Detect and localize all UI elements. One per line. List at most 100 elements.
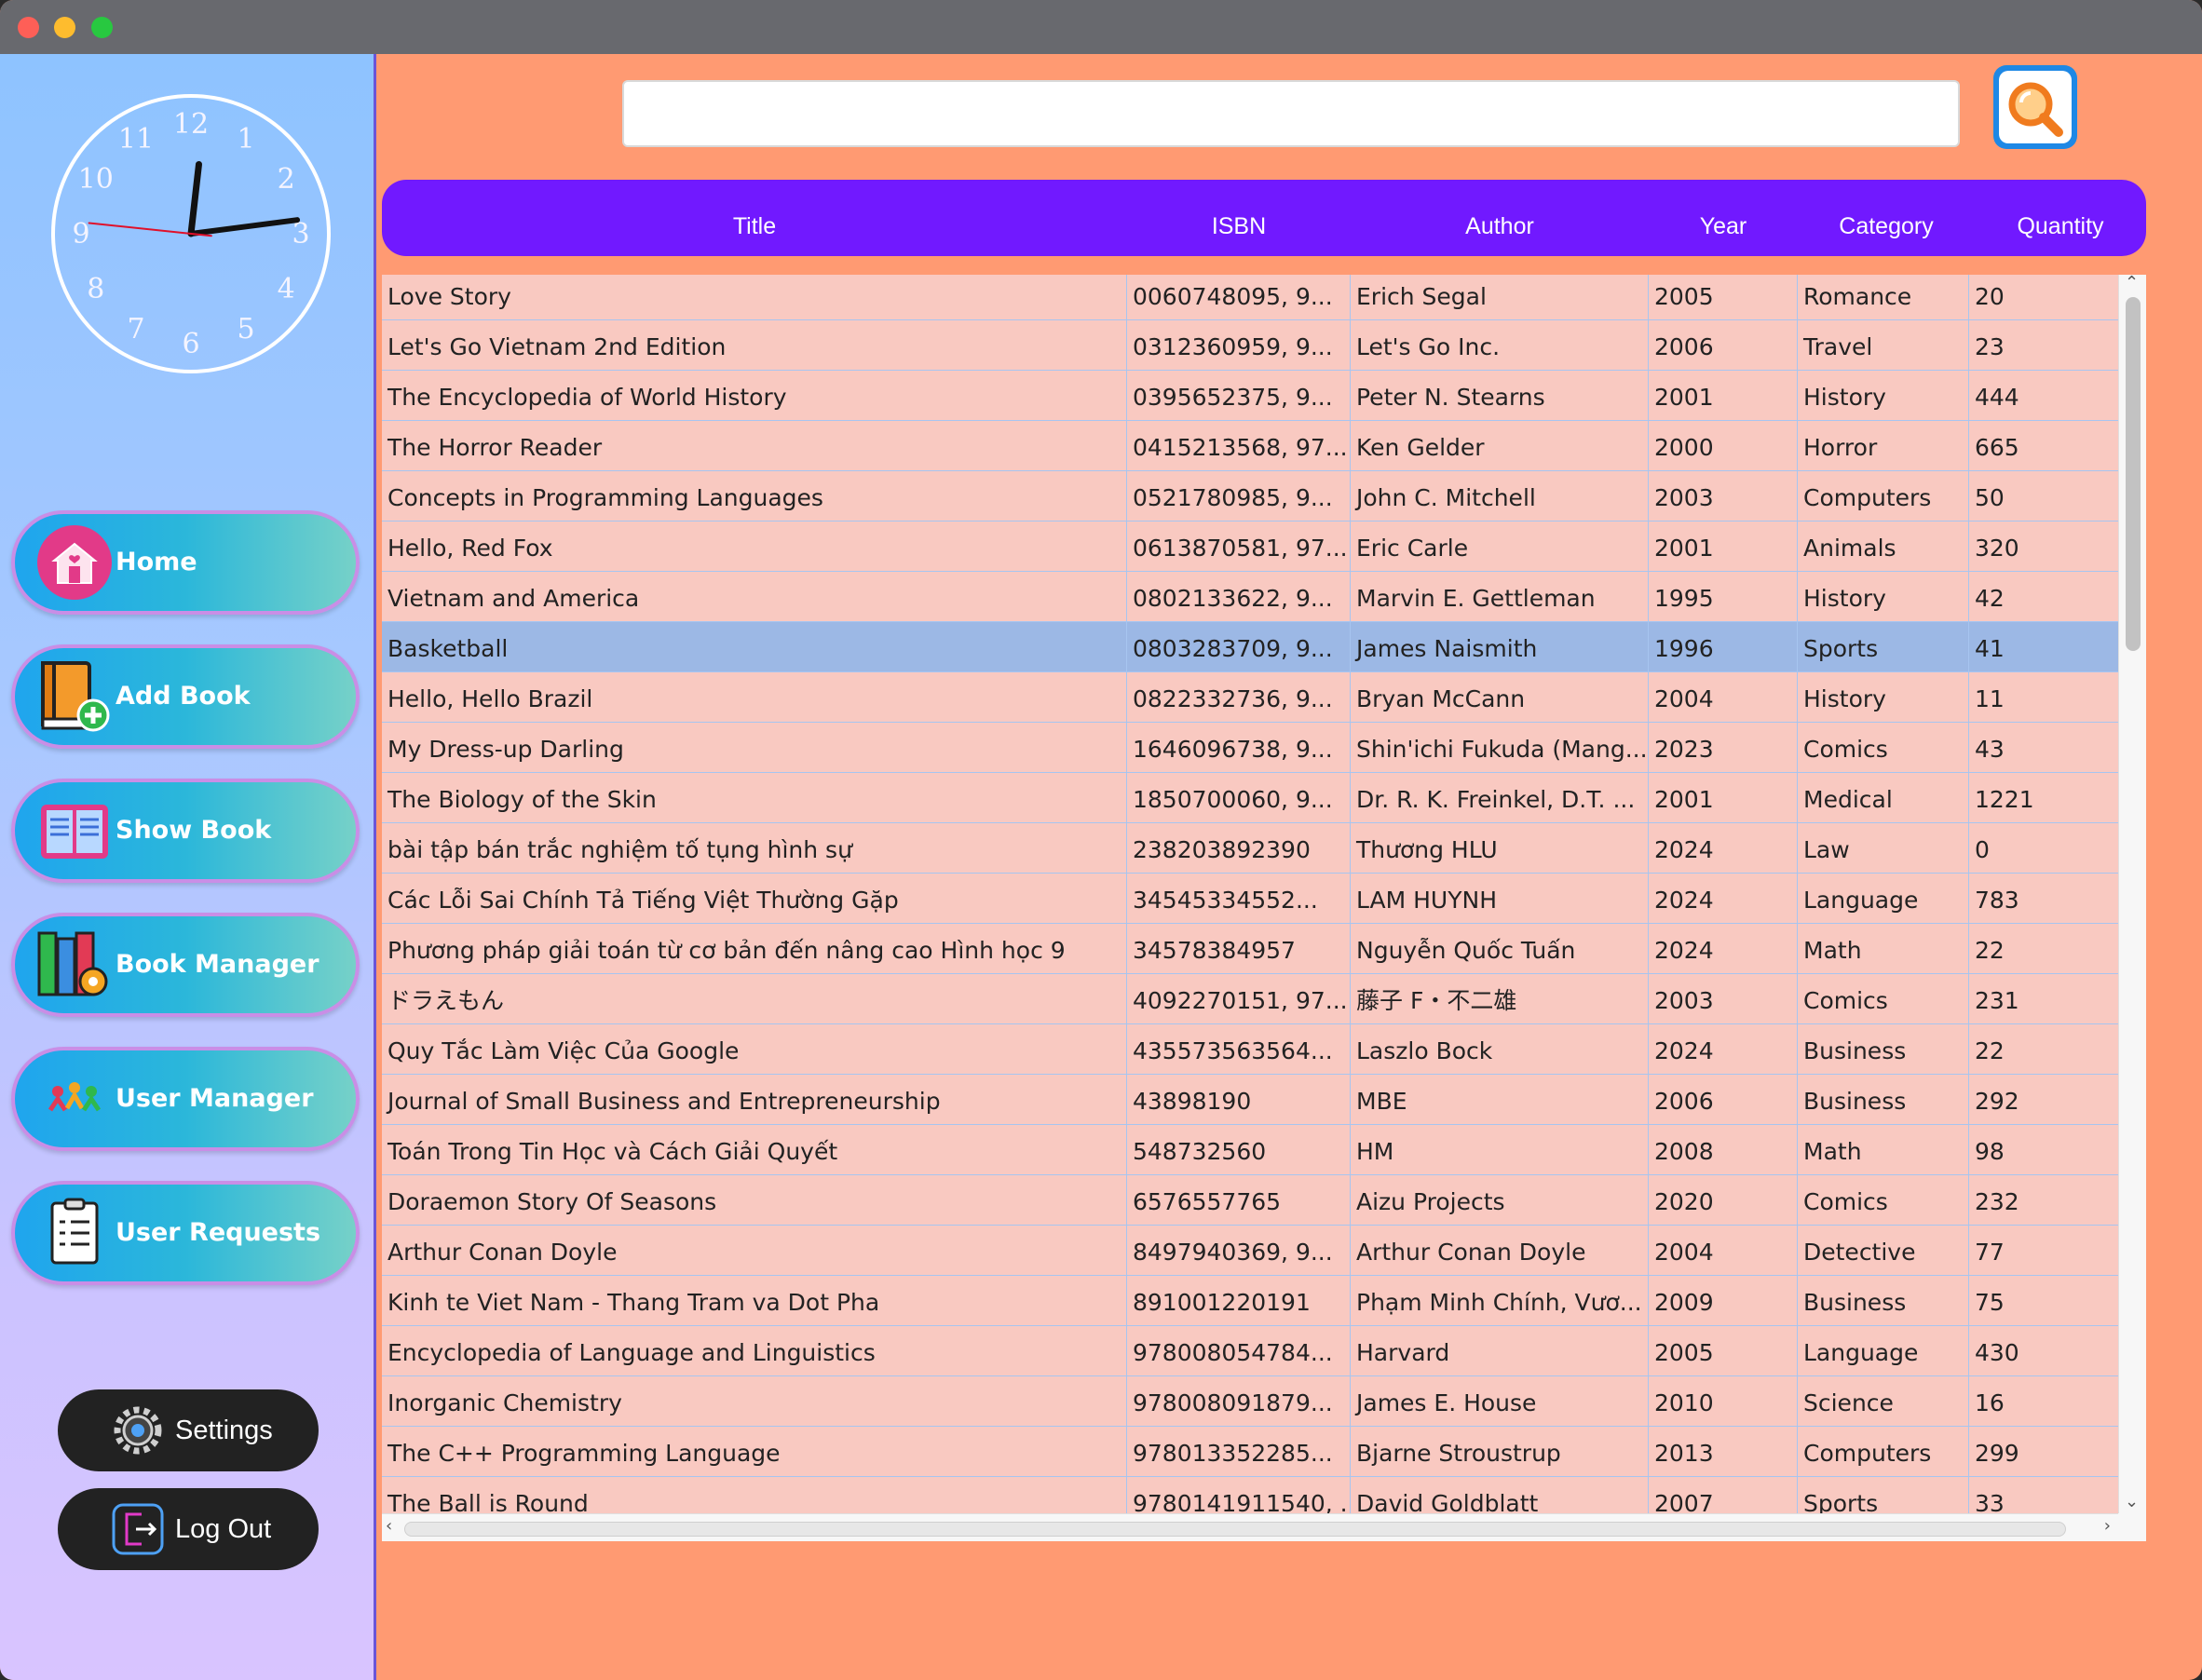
table-row[interactable]: Concepts in Programming Languages 0521780… <box>382 471 2118 522</box>
scroll-right-icon[interactable]: › <box>2104 1516 2111 1536</box>
table-row[interactable]: The Biology of the Skin 1850700060, 9... D… <box>382 773 2118 823</box>
cell-isbn: 8497940369, 9... <box>1127 1226 1351 1276</box>
cell-year: 2010 <box>1649 1376 1798 1427</box>
cell-quantity: 783 <box>1975 887 2019 914</box>
search-button[interactable] <box>1993 65 2077 149</box>
book-manager-icon <box>37 931 108 996</box>
cell-category: Animals <box>1798 522 1969 572</box>
clock-numeral: 10 <box>78 163 114 196</box>
cell-isbn: 0521780985, 9... <box>1127 471 1351 522</box>
cell-title: Phương pháp giải toán từ cơ bản đến nâng… <box>382 924 1127 974</box>
cell-year: 2013 <box>1649 1427 1798 1477</box>
table-row[interactable]: Hello, Red Fox 0613870581, 97... Eric Carl… <box>382 522 2118 572</box>
cell-isbn: 0822332736, 9... <box>1127 672 1351 723</box>
nav-book-manager-button[interactable]: Book Manager <box>11 913 360 1017</box>
cell-year: 2001 <box>1649 371 1798 421</box>
table-row[interactable]: Doraemon Story Of Seasons 6576557765 Aizu … <box>382 1175 2118 1226</box>
clipboard-icon <box>50 1198 99 1265</box>
column-header-year[interactable]: Year <box>1649 180 1798 256</box>
cell-year: 2003 <box>1649 974 1798 1024</box>
column-header-author[interactable]: Author <box>1351 180 1649 256</box>
cell-title: Inorganic Chemistry <box>382 1376 1127 1427</box>
minimize-window-button[interactable] <box>54 17 75 38</box>
table-row[interactable]: Toán Trong Tin Học và Cách Giải Quyết 548… <box>382 1125 2118 1175</box>
cell-category: Horror <box>1798 421 1969 471</box>
cell-quantity: 75 <box>1975 1289 2005 1316</box>
cell-quantity: 33 <box>1975 1490 2005 1513</box>
home-icon <box>37 525 112 600</box>
clock-minute-hand <box>188 217 301 237</box>
cell-author: Erich Segal <box>1351 275 1649 320</box>
close-window-button[interactable] <box>18 17 39 38</box>
column-header-quantity[interactable]: Quantity <box>1975 180 2146 256</box>
search-input[interactable] <box>622 80 1960 147</box>
cell-author: David Goldblatt <box>1351 1477 1649 1513</box>
table-row[interactable]: Hello, Hello Brazil 0822332736, 9... Bryan… <box>382 672 2118 723</box>
cell-quantity: 292 <box>1975 1088 2019 1115</box>
table-row[interactable]: Love Story 0060748095, 9... Erich Segal 200… <box>382 275 2118 320</box>
logout-button[interactable]: Log Out <box>58 1488 319 1570</box>
table-row[interactable]: The C++ Programming Language 978013352285… <box>382 1427 2118 1477</box>
nav-add-book-button[interactable]: Add Book <box>11 644 360 749</box>
cell-author: James E. House <box>1351 1376 1649 1427</box>
nav-user-manager-button[interactable]: User Manager <box>11 1047 360 1151</box>
horizontal-scroll-thumb[interactable] <box>404 1522 2066 1537</box>
nav-show-book-button[interactable]: Show Book <box>11 779 360 883</box>
users-icon <box>48 1082 102 1112</box>
cell-title: Hello, Red Fox <box>382 522 1127 572</box>
table-row[interactable]: Vietnam and America 0802133622, 9... Marvi… <box>382 572 2118 622</box>
scroll-left-icon[interactable]: ‹ <box>386 1516 392 1536</box>
cell-isbn: 0060748095, 9... <box>1127 275 1351 320</box>
cell-isbn: 978008054784... <box>1127 1326 1351 1376</box>
cell-category: Comics <box>1798 723 1969 773</box>
table-row[interactable]: Phương pháp giải toán từ cơ bản đến nâng… <box>382 924 2118 974</box>
cell-author: Arthur Conan Doyle <box>1351 1226 1649 1276</box>
gear-icon <box>114 1406 162 1455</box>
table-row[interactable]: bài tập bán trắc nghiệm tố tụng hình sự 2… <box>382 823 2118 874</box>
vertical-scrollbar[interactable]: ⌃ ⌄ <box>2118 273 2146 1513</box>
cell-isbn: 435573563564... <box>1127 1024 1351 1075</box>
table-row[interactable]: Inorganic Chemistry 978008091879... James … <box>382 1376 2118 1427</box>
table-row[interactable]: My Dress-up Darling 1646096738, 9... Shin'… <box>382 723 2118 773</box>
column-header-category[interactable]: Category <box>1798 180 1975 256</box>
table-row[interactable]: The Encyclopedia of World History 0395652… <box>382 371 2118 421</box>
cell-quantity: 50 <box>1975 484 2005 511</box>
table-row[interactable]: ドラえもん 4092270151, 97... 藤子 F・不二雄 2003 Comics… <box>382 974 2118 1024</box>
nav-home-button[interactable]: Home <box>11 510 360 615</box>
column-header-isbn[interactable]: ISBN <box>1127 180 1351 256</box>
table-row[interactable]: Basketball 0803283709, 9... James Naismith… <box>382 622 2118 672</box>
cell-title: Concepts in Programming Languages <box>382 471 1127 522</box>
table-row[interactable]: The Ball is Round 9780141911540, ... David… <box>382 1477 2118 1513</box>
cell-title: Các Lỗi Sai Chính Tả Tiếng Việt Thường G… <box>382 874 1127 924</box>
table-row[interactable]: The Horror Reader 0415213568, 97... Ken Ge… <box>382 421 2118 471</box>
horizontal-scrollbar[interactable]: ‹ › <box>382 1513 2118 1541</box>
nav-user-requests-button[interactable]: User Requests <box>11 1181 360 1285</box>
scroll-up-icon[interactable]: ⌃ <box>2125 273 2139 292</box>
cell-title: The Biology of the Skin <box>382 773 1127 823</box>
vertical-scroll-thumb[interactable] <box>2126 297 2141 651</box>
cell-author: Dr. R. K. Freinkel, D.T. ... <box>1351 773 1649 823</box>
table-row[interactable]: Arthur Conan Doyle 8497940369, 9... Arthur… <box>382 1226 2118 1276</box>
column-header-title[interactable]: Title <box>382 180 1127 256</box>
title-bar <box>0 0 2202 54</box>
table-row[interactable]: Các Lỗi Sai Chính Tả Tiếng Việt Thường G… <box>382 874 2118 924</box>
clock-hour-hand <box>187 160 202 237</box>
cell-title: Vietnam and America <box>382 572 1127 622</box>
table-row[interactable]: Quy Tắc Làm Việc Của Google 435573563564.… <box>382 1024 2118 1075</box>
settings-button[interactable]: Settings <box>58 1389 319 1471</box>
zoom-window-button[interactable] <box>91 17 113 38</box>
cell-author: Eric Carle <box>1351 522 1649 572</box>
scroll-corner <box>2118 1513 2146 1541</box>
cell-category: History <box>1798 672 1969 723</box>
cell-quantity: 43 <box>1975 736 2005 763</box>
table-row[interactable]: Journal of Small Business and Entreprene… <box>382 1075 2118 1125</box>
table-row[interactable]: Kinh te Viet Nam - Thang Tram va Dot Pha… <box>382 1276 2118 1326</box>
cell-category: Travel <box>1798 320 1969 371</box>
app-window: 121234567891011 Home Add Book <box>0 0 2202 1680</box>
table-row[interactable]: Let's Go Vietnam 2nd Edition 0312360959, … <box>382 320 2118 371</box>
cell-isbn: 0415213568, 97... <box>1127 421 1351 471</box>
cell-quantity: 232 <box>1975 1188 2019 1215</box>
cell-year: 2024 <box>1649 874 1798 924</box>
table-row[interactable]: Encyclopedia of Language and Linguistics… <box>382 1326 2118 1376</box>
scroll-down-icon[interactable]: ⌄ <box>2125 1492 2139 1511</box>
